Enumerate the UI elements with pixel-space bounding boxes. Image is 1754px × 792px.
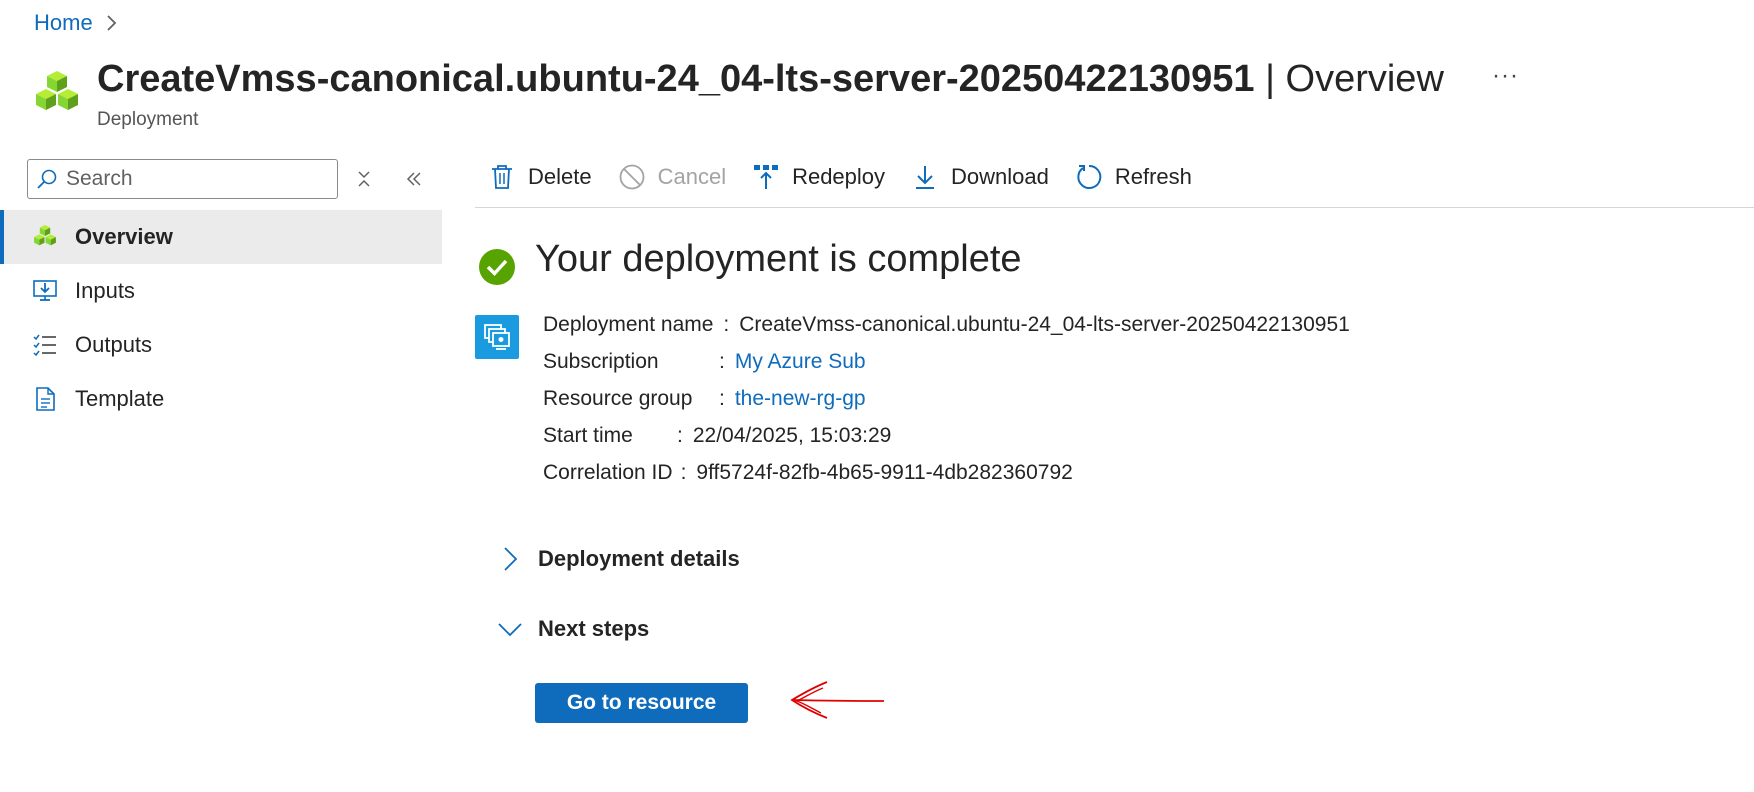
chevron-right-icon (504, 547, 518, 571)
redeploy-icon (754, 165, 779, 189)
prohibited-icon (619, 164, 644, 190)
redeploy-button[interactable]: Redeploy (752, 158, 885, 196)
sidebar-item-overview[interactable]: Overview (0, 210, 442, 264)
detail-label: Correlation ID (543, 460, 673, 484)
page-subtitle: Deployment (97, 109, 199, 130)
cancel-button[interactable]: Cancel (618, 158, 726, 196)
download-button[interactable]: Download (911, 158, 1049, 196)
checklist-icon (32, 332, 58, 358)
breadcrumb: Home (34, 10, 119, 36)
sidebar-item-inputs[interactable]: Inputs (0, 264, 442, 318)
detail-row-correlation-id: Correlation ID : 9ff5724f-82fb-4b65-9911… (543, 454, 1350, 491)
trash-icon (492, 165, 512, 189)
sidebar-item-template[interactable]: Template (0, 372, 442, 426)
detail-row-resource-group: Resource group : the-new-rg-gp (543, 380, 1350, 417)
deployment-details-list: Deployment name : CreateVmss-canonical.u… (543, 306, 1350, 491)
download-icon (916, 166, 935, 189)
deployment-status-title: Your deployment is complete (535, 238, 1022, 280)
sidebar-item-label: Overview (75, 224, 173, 249)
start-time-value: 22/04/2025, 15:03:29 (692, 423, 892, 447)
next-steps-toggle[interactable]: Next steps (496, 615, 649, 643)
deployment-details-toggle[interactable]: Deployment details (496, 545, 740, 573)
go-to-resource-button[interactable]: Go to resource (535, 683, 748, 723)
monitor-download-icon (32, 278, 58, 304)
detail-label: Resource group (543, 386, 693, 410)
more-actions-button[interactable]: ··· (1492, 62, 1519, 90)
refresh-label: Refresh (1114, 164, 1192, 189)
section-label: Deployment details (538, 546, 740, 571)
cubes-icon (32, 224, 58, 250)
breadcrumb-home-link[interactable]: Home (34, 10, 93, 36)
detail-colon: : (719, 386, 725, 410)
delete-button[interactable]: Delete (488, 158, 592, 196)
chevron-right-icon (107, 15, 116, 31)
resource-group-link[interactable]: the-new-rg-gp (735, 387, 866, 411)
detail-colon: : (680, 460, 687, 484)
deployment-title: CreateVmss-canonical.ubuntu-24_04-lts-se… (97, 58, 1255, 100)
cubes-icon (36, 71, 78, 110)
sidebar-item-outputs[interactable]: Outputs (0, 318, 442, 372)
search-icon (37, 169, 57, 189)
redeploy-label: Redeploy (792, 164, 886, 189)
delete-label: Delete (528, 164, 592, 189)
sidebar-item-label: Template (75, 386, 165, 411)
page-title: CreateVmss-canonical.ubuntu-24_04-lts-se… (97, 58, 1444, 101)
detail-colon: : (723, 312, 730, 336)
title-suffix: Overview (1285, 58, 1444, 100)
detail-row-start-time: Start time : 22/04/2025, 15:03:29 (543, 417, 1350, 454)
detail-row-deployment-name: Deployment name : CreateVmss-canonical.u… (543, 306, 1350, 343)
detail-label: Deployment name (543, 312, 714, 336)
detail-label: Subscription (543, 349, 659, 373)
section-label: Next steps (538, 616, 650, 641)
hide-sidebar-button[interactable] (401, 166, 427, 192)
annotation-arrow-icon (790, 681, 885, 719)
success-check-icon (479, 249, 515, 285)
sidebar-item-label: Inputs (75, 278, 135, 303)
document-icon (32, 386, 58, 412)
cancel-label: Cancel (657, 164, 727, 189)
chevron-down-icon (498, 623, 522, 637)
search-input[interactable] (66, 167, 326, 191)
search-box[interactable] (27, 159, 338, 199)
deployment-name-value: CreateVmss-canonical.ubuntu-24_04-lts-se… (739, 312, 1350, 336)
correlation-id-value: 9ff5724f-82fb-4b65-9911-4db282360792 (696, 460, 1073, 484)
detail-colon: : (719, 349, 725, 373)
subscription-link[interactable]: My Azure Sub (735, 350, 866, 374)
sidebar-item-label: Outputs (75, 332, 153, 357)
command-bar: Delete Cancel Redeploy Download Refresh (475, 158, 1754, 208)
detail-label: Start time (543, 423, 633, 447)
detail-row-subscription: Subscription : My Azure Sub (543, 343, 1350, 380)
refresh-button[interactable]: Refresh (1075, 158, 1192, 196)
download-label: Download (951, 164, 1049, 189)
title-separator: | (1265, 58, 1275, 100)
double-chevron-left-icon (406, 172, 421, 186)
collapse-icon (358, 171, 370, 187)
sidebar: Overview Inputs Outputs Template (0, 210, 442, 426)
deployment-glyph-icon (484, 324, 510, 350)
collapse-all-button[interactable] (351, 166, 377, 192)
deployment-icon (475, 315, 519, 359)
detail-colon: : (677, 423, 683, 447)
refresh-icon (1077, 164, 1102, 189)
